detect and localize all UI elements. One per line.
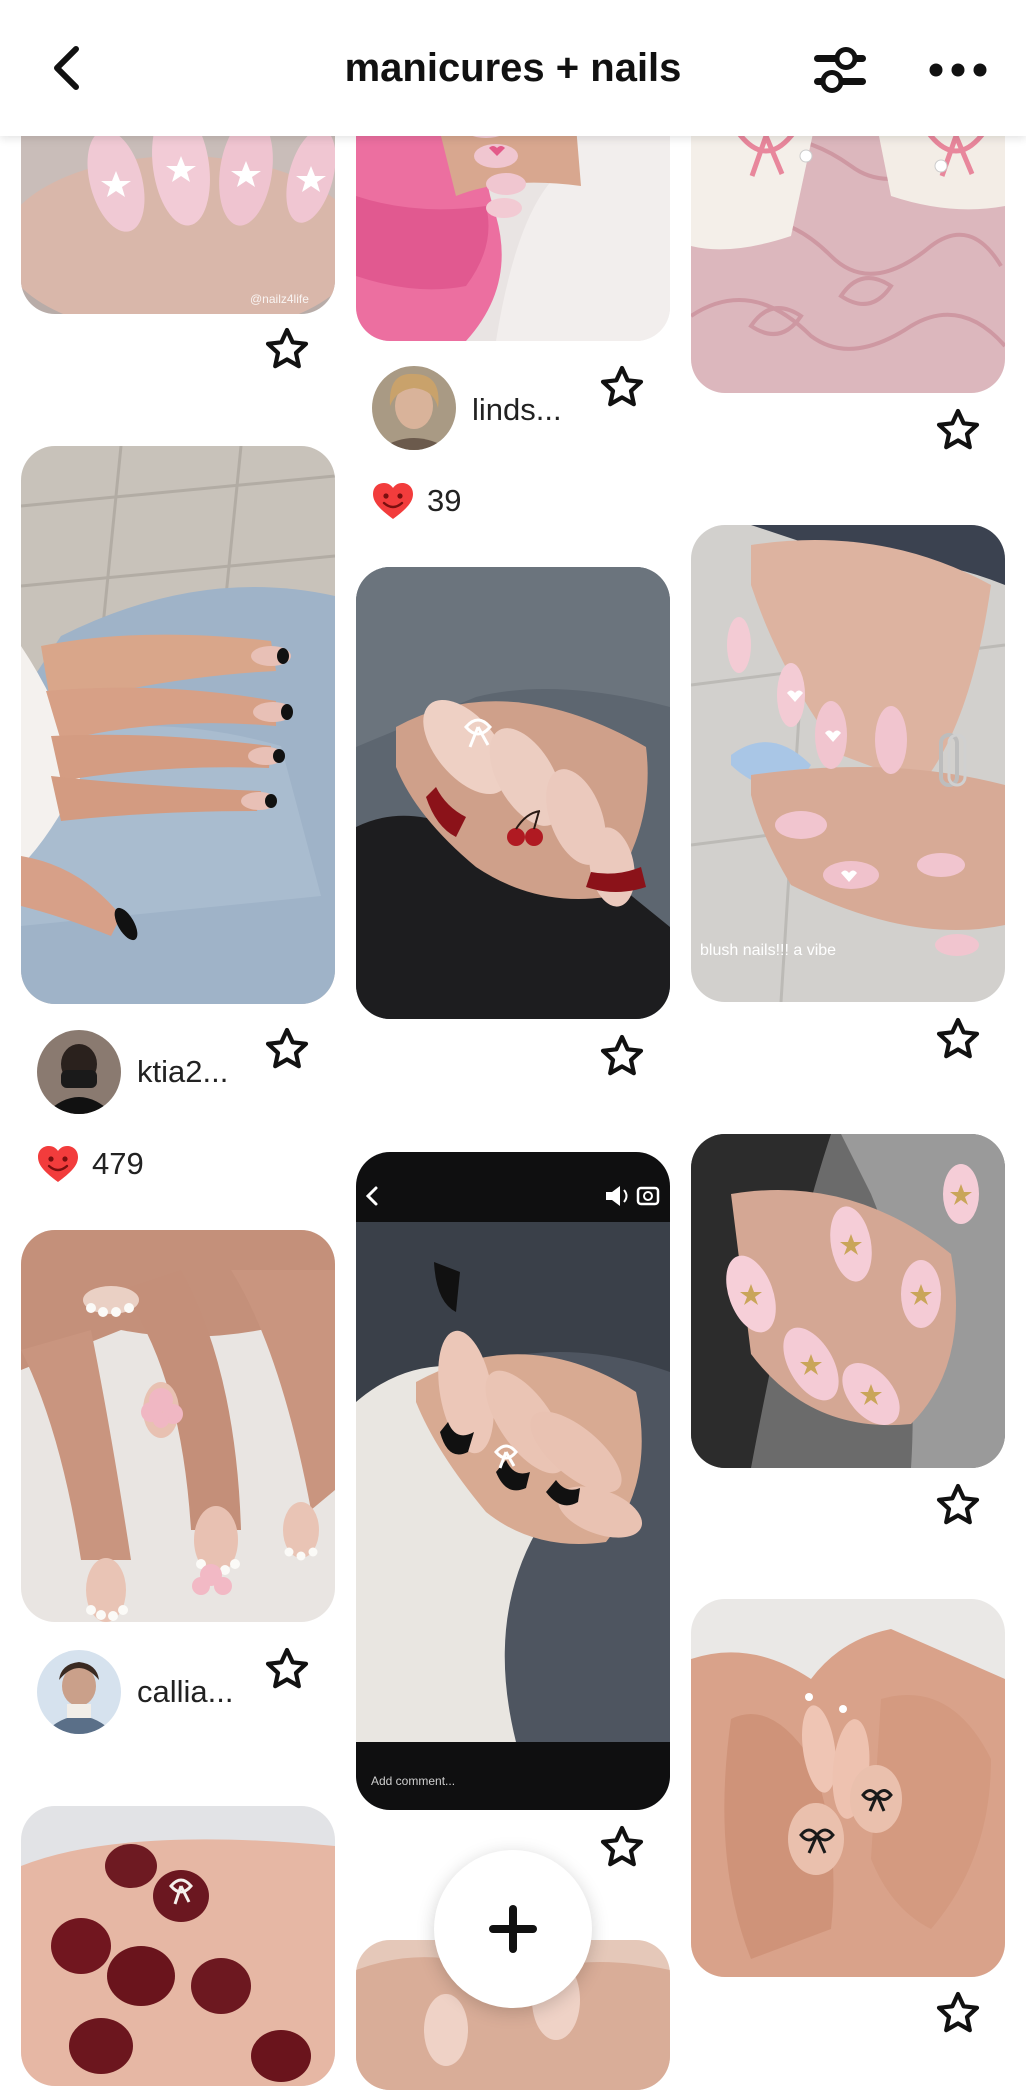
save-star-button[interactable] (263, 1026, 311, 1074)
pin-image[interactable] (691, 525, 1005, 1002)
save-star-button[interactable] (934, 1990, 982, 2038)
pin-image[interactable] (356, 567, 670, 1019)
save-star-button[interactable] (263, 1646, 311, 1694)
filter-button[interactable] (808, 40, 872, 100)
pin-video[interactable] (356, 1152, 670, 1810)
watermark-text: @nailz4life (250, 292, 309, 306)
avatar[interactable] (37, 1650, 121, 1734)
create-pin-button[interactable] (434, 1850, 592, 2008)
save-star-button[interactable] (934, 407, 982, 455)
star-icon (600, 1825, 644, 1867)
chevron-left-icon (54, 46, 79, 90)
pin-image[interactable] (21, 1230, 335, 1622)
like-count: 479 (92, 1146, 144, 1181)
pin-image[interactable] (21, 1806, 335, 2086)
avatar[interactable] (372, 366, 456, 450)
plus-icon (489, 1905, 537, 1953)
star-icon (936, 1991, 980, 2033)
save-star-button[interactable] (598, 1824, 646, 1872)
username[interactable]: callia... (137, 1672, 233, 1712)
pin-image[interactable] (691, 1134, 1005, 1468)
comment-placeholder[interactable]: Add comment... (371, 1774, 455, 1788)
pin-image[interactable] (21, 446, 335, 1004)
ellipsis-icon (929, 63, 987, 77)
more-options-button[interactable] (922, 40, 994, 100)
save-star-button[interactable] (598, 364, 646, 412)
save-star-button[interactable] (598, 1033, 646, 1081)
pin-image[interactable] (691, 1599, 1005, 1977)
heart-icon (373, 483, 413, 519)
header: manicures + nails (0, 0, 1026, 136)
sliders-icon (814, 47, 866, 93)
pin-caption: blush nails!!! a vibe (700, 942, 837, 959)
heart-icon (38, 1146, 78, 1182)
star-icon (265, 327, 309, 369)
star-icon (936, 1017, 980, 1059)
avatar[interactable] (37, 1030, 121, 1114)
save-star-button[interactable] (934, 1482, 982, 1530)
star-icon (600, 1034, 644, 1076)
star-icon (936, 1483, 980, 1525)
save-star-button[interactable] (934, 1016, 982, 1064)
board-title: manicures + nails (344, 46, 682, 90)
save-star-button[interactable] (263, 326, 311, 374)
like-count: 39 (427, 483, 462, 518)
username[interactable]: ktia2... (137, 1052, 228, 1092)
star-icon (600, 365, 644, 407)
star-icon (265, 1647, 309, 1689)
pin-image[interactable] (691, 96, 1005, 393)
star-icon (265, 1027, 309, 1069)
username[interactable]: linds... (472, 390, 562, 430)
back-button[interactable] (40, 38, 92, 98)
star-icon (936, 408, 980, 450)
